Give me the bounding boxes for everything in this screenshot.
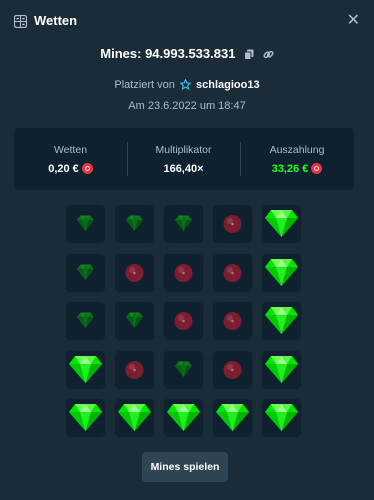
unrevealed-gem-tile — [163, 204, 204, 244]
unrevealed-gem-tile — [114, 204, 155, 244]
gem-icon — [167, 404, 200, 431]
revealed-gem-tile — [65, 349, 106, 390]
revealed-gem-tile — [65, 398, 106, 438]
star-icon — [179, 78, 192, 91]
revealed-gem-tile — [114, 398, 155, 438]
link-icon[interactable] — [263, 49, 274, 60]
multiplier-value: 166,40× — [163, 163, 204, 175]
bet-stats-panel: Wetten 0,20 € Multiplikator 166,40× Ausz… — [14, 128, 354, 190]
gem-icon — [118, 404, 151, 431]
gem-icon — [126, 215, 143, 231]
unrevealed-mine-tile — [212, 204, 253, 244]
mine-icon — [174, 312, 193, 330]
bet-date: Am 23.6.2022 um 18:47 — [128, 100, 246, 112]
unrevealed-mine-tile — [163, 252, 204, 293]
revealed-gem-tile — [261, 349, 302, 390]
revealed-gem-tile — [261, 252, 302, 293]
bet-slip-icon — [14, 15, 27, 28]
gem-icon — [265, 355, 298, 383]
unrevealed-gem-tile — [65, 204, 106, 244]
gem-icon — [69, 404, 102, 431]
mine-icon — [223, 215, 242, 233]
unrevealed-mine-tile — [212, 349, 253, 390]
unrevealed-mine-tile — [163, 301, 204, 341]
coin-icon — [311, 163, 323, 174]
close-icon[interactable]: ✕ — [347, 11, 360, 31]
revealed-gem-tile — [261, 398, 302, 438]
gem-icon — [77, 312, 94, 328]
payout-value-row: 33,26 € — [240, 163, 354, 175]
mine-icon — [125, 263, 144, 282]
copy-icon[interactable] — [244, 49, 254, 60]
wager-stat: Wetten 0,20 € — [14, 128, 127, 190]
revealed-gem-tile — [212, 398, 253, 438]
modal-header: Wetten ✕ — [0, 0, 374, 44]
payout-value: 33,26 € — [271, 163, 309, 175]
coin-icon — [81, 163, 93, 174]
revealed-gem-tile — [163, 398, 204, 438]
unrevealed-mine-tile — [212, 252, 253, 293]
game-id-line: Mines: 94.993.533.831 — [0, 46, 374, 61]
unrevealed-gem-tile — [114, 301, 155, 341]
wager-value: 0,20 € — [48, 163, 79, 175]
wager-label: Wetten — [53, 144, 88, 156]
mine-icon — [223, 360, 242, 379]
mine-icon — [174, 263, 193, 282]
gem-icon — [175, 215, 192, 231]
unrevealed-gem-tile — [163, 349, 204, 390]
placed-by-line: Platziert von schlagioo13 — [0, 78, 374, 91]
gem-icon — [265, 307, 298, 334]
gem-icon — [77, 264, 94, 280]
gem-icon — [265, 404, 298, 431]
unrevealed-mine-tile — [114, 349, 155, 390]
modal-title: Wetten — [34, 13, 78, 28]
payout-stat: Auszahlung 33,26 € — [240, 128, 354, 190]
gem-icon — [175, 361, 192, 377]
revealed-gem-tile — [261, 204, 302, 244]
play-mines-button[interactable]: Mines spielen — [142, 452, 228, 482]
payout-label: Auszahlung — [269, 144, 325, 156]
wager-value-row: 0,20 € — [14, 163, 127, 175]
mine-icon — [125, 360, 144, 379]
unrevealed-mine-tile — [212, 301, 253, 341]
placed-by-label: Platziert von — [114, 79, 175, 91]
unrevealed-gem-tile — [65, 252, 106, 293]
gem-icon — [265, 258, 298, 286]
multiplier-stat: Multiplikator 166,40× — [127, 128, 240, 190]
username-link[interactable]: schlagioo13 — [196, 79, 260, 91]
gem-icon — [216, 404, 249, 431]
gem-icon — [69, 355, 102, 383]
game-id-text: Mines: 94.993.533.831 — [100, 46, 236, 61]
mine-icon — [223, 312, 242, 330]
revealed-gem-tile — [261, 301, 302, 341]
unrevealed-gem-tile — [65, 301, 106, 341]
gem-icon — [265, 210, 298, 237]
multiplier-label: Multiplikator — [155, 144, 212, 156]
gem-icon — [77, 215, 94, 231]
mine-icon — [223, 263, 242, 282]
gem-icon — [126, 312, 143, 328]
unrevealed-mine-tile — [114, 252, 155, 293]
